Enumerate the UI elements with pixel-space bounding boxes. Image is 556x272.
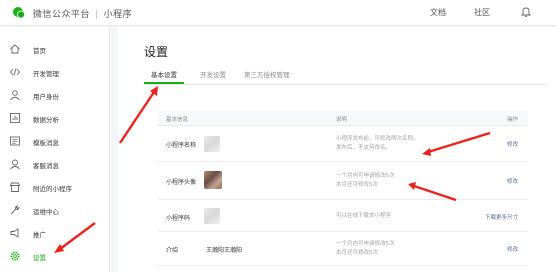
sidebar-item-label: 运维中心	[33, 208, 59, 216]
table-row-intro: 介绍 王瀚阳王瀚阳 一个月内可申请修改5次 本月还可修改5次 修改	[158, 232, 528, 266]
bell-icon[interactable]	[520, 6, 532, 18]
edit-avatar-link[interactable]: 修改	[507, 177, 518, 185]
description-line: 本月还可修改5次	[336, 182, 378, 188]
row-label: 介绍	[166, 247, 179, 254]
settings-tabs: 基本设置 开发设置 第三方授权管理	[144, 67, 548, 85]
nav-docs-link[interactable]: 文档	[430, 7, 446, 18]
wrench-icon	[10, 205, 20, 215]
intro-value: 王瀚阳王瀚阳	[206, 247, 243, 254]
sidebar-item-label: 设置	[33, 254, 46, 262]
row-label: 小程序码	[166, 215, 191, 222]
sidebar-item-dev-management[interactable]: 开发管理	[0, 64, 110, 82]
avatar	[204, 171, 222, 189]
support-icon	[10, 159, 20, 170]
main-panel: 设置 基本设置 开发设置 第三方授权管理 基本信息 说明 操作 小程序名称 小程…	[118, 27, 556, 272]
sidebar-item-label: 模板消息	[33, 139, 59, 147]
user-icon	[10, 90, 20, 101]
code-icon	[9, 68, 21, 76]
tab-dev-settings[interactable]: 开发设置	[200, 69, 226, 79]
row-description: 一个月内可申请修改5次 本月还可修改5次	[336, 172, 395, 190]
tab-third-party-auth[interactable]: 第三方授权管理	[244, 69, 290, 79]
sidebar-item-nearby-miniprograms[interactable]: 附近的小程序	[0, 179, 110, 197]
sidebar-item-label: 客服消息	[33, 162, 59, 170]
download-sizes-link[interactable]: 下载更多尺寸	[485, 213, 518, 221]
edit-intro-link[interactable]: 修改	[507, 245, 518, 253]
sidebar-item-label: 数据分析	[33, 116, 59, 124]
sidebar: 首页 开发管理 用户身份 数据分析 模板消息 客服消息 附近的小程序 运维中心 …	[0, 27, 110, 272]
top-bar: 微信公众平台 | 小程序 文档 社区	[0, 0, 556, 26]
description-line: 发布后，不支持改名。	[336, 145, 392, 151]
nav-community-link[interactable]: 社区	[474, 7, 490, 18]
table-row-avatar: 小程序头像 一个月内可申请修改5次 本月还可修改5次 修改	[158, 162, 528, 200]
description-line: 小程序发布前，可修改两次名称。	[336, 136, 419, 142]
sidebar-item-label: 用户身份	[33, 93, 59, 101]
sidebar-item-label: 首页	[33, 47, 46, 55]
sidebar-item-customer-service[interactable]: 客服消息	[0, 156, 110, 174]
description-line: 可以在线下载本小程序	[336, 213, 392, 219]
wechat-logo-icon[interactable]	[12, 6, 26, 20]
description-line: 一个月内可申请修改5次	[336, 173, 395, 179]
header-actions: 操作	[506, 117, 518, 123]
promote-icon	[10, 228, 19, 238]
store-icon	[9, 182, 21, 192]
sidebar-item-label: 开发管理	[33, 70, 59, 78]
qrcode-image	[204, 208, 220, 224]
gear-icon	[10, 251, 20, 261]
row-description: 小程序发布前，可修改两次名称。 发布后，不支持改名。	[336, 135, 419, 153]
brand-name: 微信公众平台	[33, 10, 91, 20]
sidebar-item-promotion[interactable]: 推广	[0, 225, 110, 243]
sidebar-item-user-identity[interactable]: 用户身份	[0, 87, 110, 105]
sidebar-item-template-messages[interactable]: 模板消息	[0, 133, 110, 151]
row-description: 一个月内可申请修改5次 本月还可修改5次	[336, 240, 395, 258]
sidebar-item-settings[interactable]: 设置	[0, 248, 110, 266]
sidebar-item-label: 推广	[33, 231, 46, 239]
sidebar-item-data-analysis[interactable]: 数据分析	[0, 110, 110, 128]
row-label: 小程序名称	[166, 142, 197, 149]
active-tab-indicator	[144, 82, 184, 84]
header-description: 说明	[336, 117, 348, 123]
table-row-qrcode: 小程序码 可以在线下载本小程序 下载更多尺寸	[158, 200, 528, 232]
sidebar-item-operations-center[interactable]: 运维中心	[0, 202, 110, 220]
table-header: 基本信息 说明 操作	[158, 111, 528, 126]
description-line: 本月还可修改5次	[336, 250, 378, 256]
sidebar-item-home[interactable]: 首页	[0, 41, 110, 59]
row-label: 小程序头像	[166, 179, 197, 186]
brand-title: 微信公众平台 | 小程序	[33, 7, 132, 20]
row-description: 可以在线下载本小程序	[336, 212, 391, 221]
tab-basic-settings[interactable]: 基本设置	[151, 69, 177, 79]
chart-icon	[10, 113, 20, 123]
message-icon	[10, 136, 20, 146]
sidebar-item-label: 附近的小程序	[33, 185, 72, 193]
description-line: 一个月内可申请修改5次	[336, 241, 395, 247]
product-name: 小程序	[103, 10, 133, 20]
page-title: 设置	[144, 45, 169, 59]
home-icon	[10, 44, 20, 54]
table-row-name: 小程序名称 小程序发布前，可修改两次名称。 发布后，不支持改名。 修改	[158, 126, 528, 162]
brand-separator: |	[95, 10, 99, 20]
name-value-blurred	[204, 136, 220, 152]
header-basic-info: 基本信息	[166, 117, 189, 123]
edit-name-link[interactable]: 修改	[507, 140, 518, 148]
